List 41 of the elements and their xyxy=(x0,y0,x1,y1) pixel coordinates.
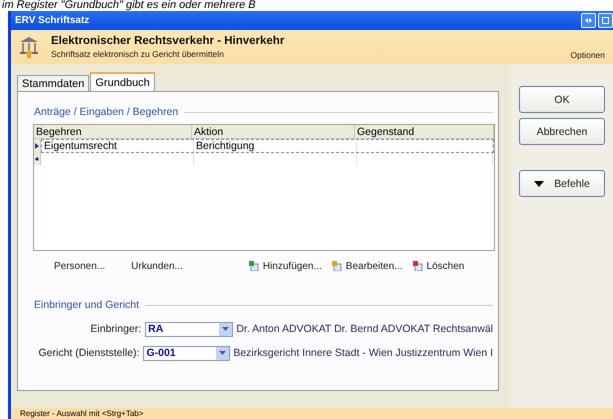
group-title: Einbringer und Gericht xyxy=(34,299,140,311)
dialog-button[interactable]: Abbrechen xyxy=(519,118,605,145)
window-title: ERV Schriftsatz xyxy=(15,15,90,26)
courthouse-icon xyxy=(19,36,39,58)
commands-button[interactable]: Befehle xyxy=(519,170,605,197)
table-cell: Berichtigung xyxy=(194,140,357,152)
combo-box[interactable]: RA xyxy=(145,322,234,336)
tab[interactable]: Grundbuch xyxy=(90,72,155,91)
dot-icon xyxy=(35,156,39,160)
tab[interactable]: Stammdaten xyxy=(17,75,90,91)
table-row[interactable]: Eigentumsrecht Berichtigung xyxy=(41,138,494,152)
add-button[interactable]: Hinzufügen... xyxy=(248,260,322,272)
field-description: Dr. Anton ADVOKAT Dr. Bernd ADVOKAT Rechtsanwäl xyxy=(235,323,493,335)
link-button[interactable]: Personen... xyxy=(54,260,106,272)
options-link[interactable]: Optionen xyxy=(570,50,605,60)
column-header[interactable]: Gegenstand xyxy=(355,125,494,139)
header-title: Elektronischer Rechtsverkehr - Hinverkehr xyxy=(51,35,286,47)
triangle-right-icon xyxy=(35,142,39,148)
window-button[interactable] xyxy=(598,13,613,28)
square-icon xyxy=(602,17,609,24)
header-subtitle: Schriftsatz elektronisch zu Gericht übermitteln xyxy=(51,49,225,59)
delete-button[interactable]: Löschen xyxy=(412,260,464,272)
cross-document-icon xyxy=(412,261,423,271)
status-bar: Register - Auswahl mit <Strg+Tab> xyxy=(11,408,613,419)
plus-document-icon xyxy=(248,261,259,271)
table-cell: Eigentumsrecht xyxy=(42,140,194,152)
arrows-icon xyxy=(585,17,592,24)
dialog-button[interactable]: OK xyxy=(519,86,605,113)
restore-button[interactable] xyxy=(581,13,596,28)
field-label: Einbringer: xyxy=(89,323,142,335)
triangle-down-icon xyxy=(534,180,544,186)
column-header[interactable]: Begehren xyxy=(34,125,192,139)
combo-box[interactable]: G-001 xyxy=(143,346,230,360)
edit-button[interactable]: Bearbeiten... xyxy=(332,260,403,272)
caption-text: im Register "Grundbuch" gibt es ein oder mehrere B xyxy=(1,0,257,11)
field-label: Gericht (Dienststelle): xyxy=(38,347,140,359)
field-description: Bezirksgericht Innere Stadt - Wien Justizzentrum Wien I xyxy=(232,347,493,359)
link-button[interactable]: Urkunden... xyxy=(131,260,183,272)
group-title: Anträge / Eingaben / Begehren xyxy=(34,106,178,118)
pencil-document-icon xyxy=(332,261,342,271)
column-header[interactable]: Aktion xyxy=(192,125,355,139)
